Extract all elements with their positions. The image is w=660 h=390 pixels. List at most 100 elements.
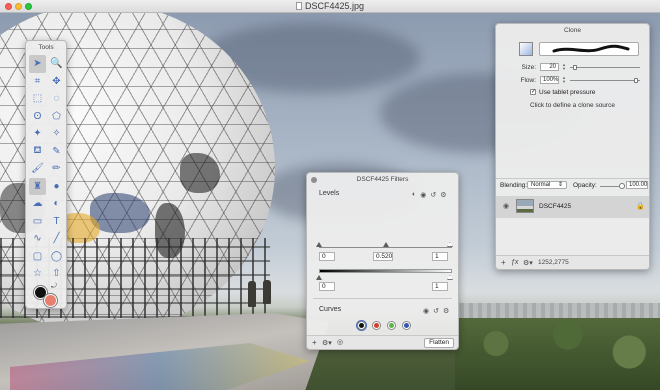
levels-header-icons: ◐ ◉ ↺ ⚙ (412, 191, 447, 199)
visibility-eye-icon[interactable]: ◉ (420, 191, 426, 199)
layer-visibility-icon[interactable]: ◉ (503, 202, 509, 210)
size-stepper[interactable]: ▲ ▼ (562, 63, 566, 71)
fx-button[interactable]: ƒx (511, 259, 518, 266)
clone-stamp-icon[interactable]: ♜ (29, 177, 46, 195)
visibility-eye-icon[interactable]: ◉ (423, 307, 429, 315)
close-palette-button[interactable] (311, 177, 317, 183)
pencil-icon[interactable]: ✏ (48, 160, 65, 178)
window-titlebar[interactable]: DSCF4425.jpg (0, 0, 660, 13)
options-gear-icon[interactable]: ⚙ (443, 307, 449, 315)
quick-select-icon[interactable]: ✧ (48, 125, 65, 143)
magic-wand-icon[interactable]: ✦ (29, 125, 46, 143)
add-filter-button[interactable]: + (312, 338, 317, 347)
channel-toggle-icon[interactable]: ◐ (412, 191, 416, 199)
blending-mode-select[interactable]: Normal ⇕ (527, 181, 567, 189)
brush-icon[interactable]: 🖌 (29, 160, 46, 178)
checkmark-icon: ✓ (531, 89, 537, 95)
paint-bucket-icon[interactable]: ⛾ (29, 143, 46, 161)
levels-label: Levels (319, 190, 340, 197)
rectangle-shape-icon[interactable]: ▢ (29, 248, 46, 266)
layer-row[interactable]: ◉ DSCF4425 🔒 (496, 196, 649, 218)
size-label: Size: (521, 64, 536, 71)
channel-color-dot (404, 323, 409, 328)
tools-palette[interactable]: Tools ➤ 🔍 ⌗ ✥ ⬚ ◌ ʘ ⬠ ✦ ✧ ⛾ ✎ 🖌 ✏ ♜ ● ☁ ◐ ▭ T ∿ ╱ ▢ ◯ ☆ ⇧ ⤾ (25, 40, 67, 309)
tablet-pressure-checkbox[interactable]: ✓ (530, 89, 536, 95)
ellipse-select-icon[interactable]: ◌ (48, 90, 65, 108)
crop-icon[interactable]: ⌗ (29, 73, 46, 91)
person (248, 281, 256, 307)
lasso-icon[interactable]: ʘ (29, 108, 46, 126)
ellipse-shape-icon[interactable]: ◯ (48, 248, 65, 266)
polygon-lasso-icon[interactable]: ⬠ (48, 108, 65, 126)
curves-channel-red-button[interactable] (372, 321, 381, 330)
document-icon (295, 2, 302, 10)
add-layer-button[interactable]: + (501, 258, 506, 267)
arrow-shape-icon[interactable]: ⇧ (48, 265, 65, 283)
reset-icon[interactable]: ↺ (430, 191, 436, 199)
levels-input-white-field[interactable]: 1 (432, 252, 448, 261)
color-swatches[interactable]: ⤾ (32, 283, 62, 307)
eyedropper-icon[interactable]: ✎ (48, 143, 65, 161)
graffiti (180, 153, 220, 193)
reset-icon[interactable]: ↺ (433, 307, 439, 315)
zoom-icon[interactable]: 🔍 (48, 55, 65, 73)
window-title: DSCF4425.jpg (0, 1, 660, 11)
size-field[interactable]: 20 (540, 63, 559, 71)
options-gear-icon[interactable]: ⚙ (440, 191, 446, 199)
brush-stroke-preview[interactable] (539, 42, 639, 56)
layer-name: DSCF4425 (539, 203, 572, 210)
flow-slider-track[interactable] (570, 80, 640, 81)
brush-stroke-icon (552, 44, 630, 53)
history-icon[interactable]: ◎ (337, 338, 343, 346)
opacity-label: Opacity: (573, 182, 597, 189)
curves-channel-blue-button[interactable] (402, 321, 411, 330)
rect-select-icon[interactable]: ⬚ (29, 90, 46, 108)
gear-menu-icon[interactable]: ⚙▾ (523, 259, 533, 267)
bezier-icon[interactable]: ∿ (29, 230, 46, 248)
levels-white-point-handle[interactable] (447, 242, 453, 247)
text-icon[interactable]: T (48, 213, 65, 231)
filters-palette-title: DSCF4425 Filters (356, 176, 409, 183)
levels-gamma-field[interactable]: 0.520 (373, 252, 393, 261)
gear-menu-icon[interactable]: ⚙▾ (322, 339, 332, 347)
channel-color-dot (374, 323, 379, 328)
dodge-icon[interactable]: ◐ (48, 195, 65, 213)
levels-output-white-handle[interactable] (447, 275, 453, 280)
size-slider-track[interactable] (570, 67, 640, 68)
chevron-updown-icon: ⇕ (557, 182, 563, 188)
clone-footer: + ƒx ⚙▾ 1252,2775 (496, 255, 649, 269)
levels-gamma-handle[interactable] (383, 242, 389, 247)
move-icon[interactable]: ✥ (48, 73, 65, 91)
clone-palette[interactable]: Clone Size: 20 ▲ ▼ Flow: 100% ▲ ▼ ✓ Use ta… (495, 23, 650, 270)
curves-channel-green-button[interactable] (387, 321, 396, 330)
star-shape-icon[interactable]: ☆ (29, 265, 46, 283)
channel-color-dot (359, 323, 364, 328)
levels-input-black-field[interactable]: 0 (319, 252, 335, 261)
channel-color-dot (389, 323, 394, 328)
burn-icon[interactable]: ● (48, 178, 65, 196)
size-slider-handle[interactable] (573, 65, 577, 70)
smudge-icon[interactable]: ☁ (29, 195, 46, 213)
layer-lock-icon[interactable]: 🔒 (636, 202, 645, 210)
arrow-icon[interactable]: ➤ (29, 55, 46, 73)
opacity-slider-handle[interactable] (619, 183, 625, 189)
window-title-text: DSCF4425.jpg (304, 1, 365, 11)
swap-colors-icon[interactable]: ⤾ (51, 283, 57, 291)
levels-output-white-field[interactable]: 1 (432, 282, 448, 291)
brush-tip-icon[interactable] (519, 42, 533, 56)
gradient-icon[interactable]: ▭ (29, 213, 46, 231)
flow-slider-handle[interactable] (634, 78, 638, 83)
levels-output-black-field[interactable]: 0 (319, 282, 335, 291)
flatten-button[interactable]: Flatten (424, 338, 454, 348)
background-color-swatch[interactable] (44, 294, 57, 307)
cursor-coordinates: 1252,2775 (538, 259, 569, 266)
opacity-field[interactable]: 100.00 (626, 181, 648, 189)
line-icon[interactable]: ╱ (48, 230, 65, 248)
person (263, 280, 271, 304)
levels-output-black-handle[interactable] (316, 275, 322, 280)
curves-channel-rgb-button[interactable] (357, 321, 366, 330)
flow-field[interactable]: 100% (540, 76, 559, 84)
levels-black-point-handle[interactable] (316, 242, 322, 247)
flow-stepper[interactable]: ▲ ▼ (562, 76, 566, 84)
filters-palette[interactable]: DSCF4425 Filters Levels ◐ ◉ ↺ ⚙ 0 0.520 … (306, 172, 459, 350)
